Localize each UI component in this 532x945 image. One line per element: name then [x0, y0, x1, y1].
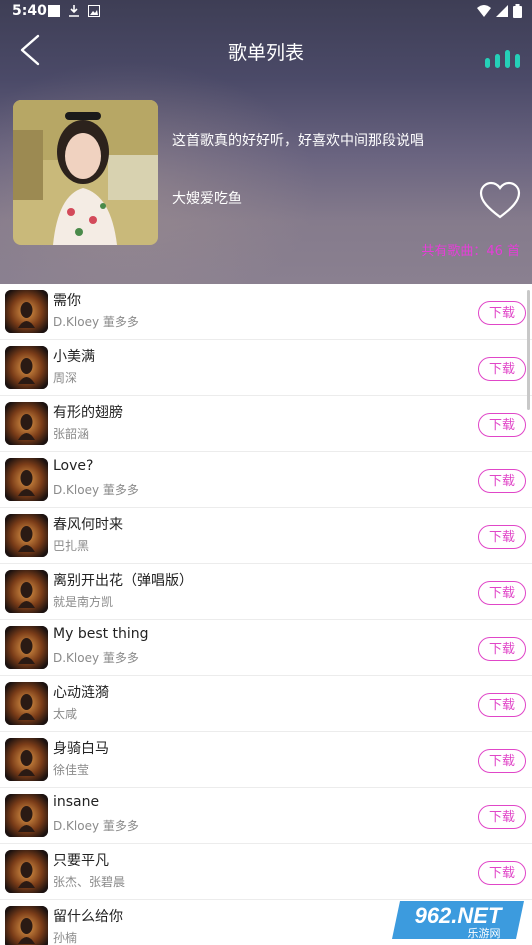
song-artist: 徐佳莹: [53, 763, 90, 777]
song-row[interactable]: 只要平凡 张杰、张碧晨 下载: [0, 844, 532, 900]
song-thumbnail: [5, 682, 48, 725]
song-row[interactable]: 春风何时来 巴扎黑 下载: [0, 508, 532, 564]
song-row[interactable]: 有形的翅膀 张韶涵 下载: [0, 396, 532, 452]
download-button[interactable]: 下载: [478, 357, 526, 381]
song-row[interactable]: 小美满 周深 下载: [0, 340, 532, 396]
song-artist: D.Kloey 董多多: [53, 315, 139, 329]
download-button[interactable]: 下载: [478, 693, 526, 717]
download-button[interactable]: 下载: [478, 525, 526, 549]
playlist-description: 这首歌真的好好听，好喜欢中间那段说唱: [172, 133, 424, 149]
song-thumbnail: [5, 458, 48, 501]
song-title: 身骑白马: [53, 741, 109, 757]
song-thumbnail: [5, 346, 48, 389]
download-button[interactable]: 下载: [478, 805, 526, 829]
song-row[interactable]: insane D.Kloey 董多多 下载: [0, 788, 532, 844]
watermark-sub: 乐游网: [468, 927, 501, 940]
song-thumbnail: [5, 794, 48, 837]
song-thumbnail: [5, 290, 48, 333]
song-row[interactable]: My best thing D.Kloey 董多多 下载: [0, 620, 532, 676]
song-thumbnail: [5, 738, 48, 781]
song-row[interactable]: Love? D.Kloey 董多多 下载: [0, 452, 532, 508]
song-artist: D.Kloey 董多多: [53, 483, 139, 497]
battery-icon: [513, 4, 522, 18]
song-artist: D.Kloey 董多多: [53, 651, 139, 665]
download-button[interactable]: 下载: [478, 301, 526, 325]
song-title: 离别开出花（弹唱版）: [53, 573, 193, 589]
song-artist: 太咸: [53, 707, 78, 721]
song-title: 留什么给你: [53, 909, 123, 925]
list-scrollbar[interactable]: [527, 290, 530, 410]
page-title: 歌单列表: [227, 42, 304, 64]
song-title: 心动涟漪: [53, 685, 109, 701]
song-title: 春风何时来: [53, 517, 123, 533]
status-time: 5:40: [12, 3, 47, 19]
notification-square-icon: [48, 5, 60, 17]
song-artist: 张杰、张碧晨: [53, 875, 126, 889]
song-artist: 孙楠: [53, 931, 78, 945]
song-count: 共有歌曲：46 首: [421, 244, 520, 259]
site-watermark-logo: 962.NET 乐游网: [392, 901, 524, 940]
song-artist: 张韶涵: [53, 427, 90, 441]
image-status-icon: [88, 5, 100, 17]
song-row[interactable]: 需你 D.Kloey 董多多 下载: [0, 284, 532, 340]
song-thumbnail: [5, 626, 48, 669]
song-title: Love?: [53, 458, 94, 474]
song-artist: 周深: [53, 371, 78, 385]
song-artist: 就是南方凯: [53, 595, 114, 609]
wifi-icon: [477, 5, 491, 17]
playlist-header: 5:40 歌单列表 这首歌真的好好听，好喜欢中间那段说唱 大嫂爱吃鱼 共有歌曲：…: [0, 0, 532, 284]
status-icons: [477, 4, 522, 18]
watermark-brand: 962.NET: [415, 903, 503, 928]
equalizer-icon[interactable]: [485, 48, 520, 68]
status-bar: 5:40: [0, 0, 532, 24]
download-button[interactable]: 下载: [478, 861, 526, 885]
song-thumbnail: [5, 906, 48, 945]
song-row[interactable]: 心动涟漪 太咸 下载: [0, 676, 532, 732]
song-list: 需你 D.Kloey 董多多 下载 小美满 周深 下载 有形的翅膀 张韶涵 下载…: [0, 284, 532, 945]
download-button[interactable]: 下载: [478, 581, 526, 605]
song-row[interactable]: 身骑白马 徐佳莹 下载: [0, 732, 532, 788]
download-button[interactable]: 下载: [478, 749, 526, 773]
song-title: 小美满: [53, 349, 95, 365]
download-button[interactable]: 下载: [478, 637, 526, 661]
download-button[interactable]: 下载: [478, 413, 526, 437]
download-status-icon: [69, 5, 79, 17]
download-button[interactable]: 下载: [478, 469, 526, 493]
song-title: My best thing: [53, 626, 149, 642]
song-title: 只要平凡: [53, 853, 109, 869]
playlist-author: 大嫂爱吃鱼: [172, 191, 242, 207]
heart-icon[interactable]: [478, 180, 522, 220]
signal-icon: [496, 5, 508, 17]
song-title: 有形的翅膀: [53, 405, 123, 421]
playlist-cover-image: [13, 100, 158, 245]
song-thumbnail: [5, 514, 48, 557]
song-row[interactable]: 离别开出花（弹唱版） 就是南方凯 下载: [0, 564, 532, 620]
song-artist: D.Kloey 董多多: [53, 819, 139, 833]
song-thumbnail: [5, 850, 48, 893]
song-title: insane: [53, 794, 100, 810]
song-title: 需你: [53, 293, 81, 309]
song-thumbnail: [5, 570, 48, 613]
song-artist: 巴扎黑: [53, 539, 90, 553]
song-thumbnail: [5, 402, 48, 445]
